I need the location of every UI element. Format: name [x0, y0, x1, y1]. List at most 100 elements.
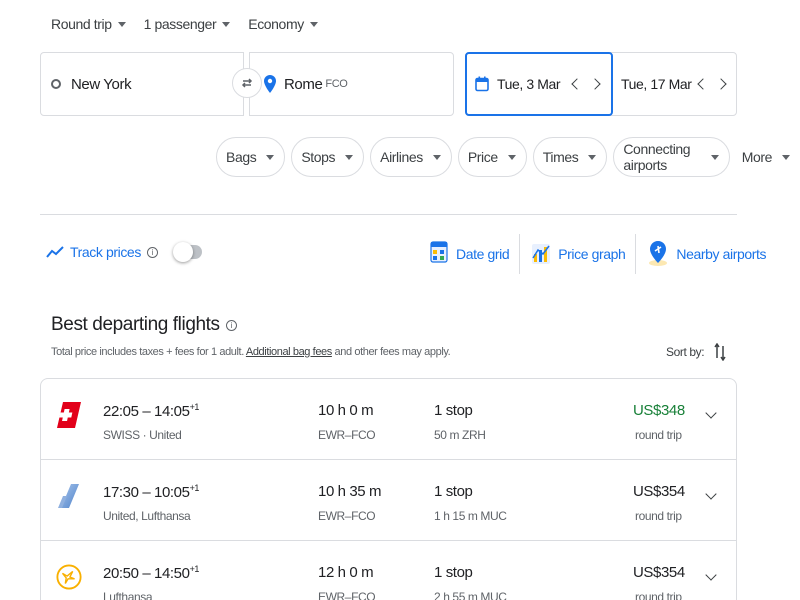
flight-times: 20:50 – 14:50+1 [103, 564, 200, 582]
filter-bags[interactable]: Bags [216, 137, 286, 177]
flight-row[interactable]: 22:05 – 14:05+1 SWISS · United 10 h 0 m … [41, 379, 736, 460]
arrive-time: 10:05 [154, 484, 190, 501]
divider [40, 214, 737, 215]
flight-stops: 1 stop [434, 564, 473, 581]
flight-row[interactable]: 20:50 – 14:50+1 Lufthansa 12 h 0 m EWR–F… [41, 541, 736, 600]
date-grid-button[interactable]: Date grid [418, 232, 519, 276]
caret-down-icon [222, 21, 231, 27]
caret-down-icon [345, 154, 354, 160]
sort-arrows-icon [714, 343, 726, 361]
subtext-after: and other fees may apply. [331, 346, 451, 358]
info-icon[interactable]: i [225, 319, 237, 331]
origin-circle-icon [51, 79, 61, 89]
date-grid-label: Date grid [456, 246, 510, 262]
next-day-icon[interactable] [589, 78, 601, 90]
filter-chips: Bags Stops Airlines Price Times Connecti… [216, 137, 800, 177]
track-prices-toggle[interactable] [172, 242, 202, 262]
trip-type-select[interactable]: Round trip [51, 16, 126, 32]
flight-times: 17:30 – 10:05+1 [103, 483, 200, 501]
filter-label: Price [467, 149, 498, 165]
price-type: round trip [635, 428, 682, 442]
filter-times[interactable]: Times [532, 137, 608, 177]
day-offset: +1 [189, 564, 200, 574]
flight-stops: 1 stop [434, 402, 473, 419]
results-heading: Best departing flights i [51, 314, 237, 336]
chevron-down-icon[interactable] [705, 407, 717, 419]
filter-more[interactable]: More [735, 137, 800, 177]
price-type: round trip [635, 509, 682, 523]
airline-names: United, Lufthansa [103, 509, 191, 523]
day-offset: +1 [189, 483, 200, 493]
filter-price[interactable]: Price [457, 137, 527, 177]
filter-label: More [741, 149, 773, 165]
flight-list: 22:05 – 14:05+1 SWISS · United 10 h 0 m … [40, 378, 737, 600]
calendar-icon [475, 76, 489, 92]
lufthansa-crane-icon [56, 561, 82, 593]
filter-label: Stops [301, 149, 336, 165]
origin-field[interactable]: New York [40, 52, 244, 116]
united-tail-icon [56, 480, 82, 512]
price-graph-button[interactable]: Price graph [520, 232, 635, 276]
depart-time: 22:05 [103, 403, 139, 420]
caret-down-icon [782, 154, 790, 160]
day-offset: +1 [189, 402, 200, 412]
flight-price: US$354 [633, 564, 685, 581]
flight-duration: 10 h 0 m [318, 402, 374, 419]
destination-field[interactable]: Rome FCO [249, 52, 454, 116]
flight-route: EWR–FCO [318, 428, 376, 442]
caret-down-icon [507, 154, 516, 160]
nearby-airports-button[interactable]: Nearby airports [636, 232, 776, 276]
sort-label: Sort by: [666, 345, 705, 359]
destination-value: Rome [284, 75, 323, 93]
departure-date-field[interactable]: Tue, 3 Mar [465, 52, 613, 116]
info-icon[interactable]: i [146, 246, 158, 258]
previous-day-icon[interactable] [697, 78, 709, 90]
track-prices-label: Track prices [70, 244, 141, 260]
filter-label: Connecting airports [623, 141, 691, 173]
flight-layover: 2 h 55 m MUC [434, 590, 507, 600]
filter-airlines[interactable]: Airlines [370, 137, 452, 177]
return-date-value: Tue, 17 Mar [621, 76, 692, 92]
nearby-airports-icon [649, 241, 668, 266]
flight-price: US$348 [633, 402, 685, 419]
location-pin-icon [264, 75, 276, 93]
track-prices: Track prices i [46, 242, 202, 262]
flight-layover: 1 h 15 m MUC [434, 509, 507, 523]
caret-down-icon [432, 154, 441, 160]
cabin-class-select[interactable]: Economy [248, 16, 318, 32]
departure-date-value: Tue, 3 Mar [497, 76, 561, 92]
subtext-before: Total price includes taxes + fees for 1 … [51, 346, 246, 358]
passengers-select[interactable]: 1 passenger [144, 16, 231, 32]
sort-control[interactable]: Sort by: [666, 343, 726, 361]
price-type: round trip [635, 590, 682, 600]
date-grid-icon [430, 241, 448, 263]
next-day-icon[interactable] [715, 78, 727, 90]
filter-stops[interactable]: Stops [291, 137, 365, 177]
results-subtext: Total price includes taxes + fees for 1 … [51, 346, 451, 358]
chevron-down-icon[interactable] [705, 569, 717, 581]
flight-price: US$354 [633, 483, 685, 500]
airline-names: Lufthansa [103, 590, 153, 600]
bag-fees-link[interactable]: Additional bag fees [246, 346, 332, 358]
flight-layover: 50 m ZRH [434, 428, 486, 442]
caret-down-icon [266, 154, 275, 160]
chevron-down-icon[interactable] [705, 488, 717, 500]
return-date-field[interactable]: Tue, 17 Mar [613, 53, 737, 115]
passengers-label: 1 passenger [143, 16, 217, 32]
price-graph-label: Price graph [558, 246, 626, 262]
airline-names: SWISS · United [103, 428, 182, 442]
swap-button[interactable] [232, 68, 262, 98]
destination-code: FCO [325, 78, 348, 90]
flight-route: EWR–FCO [318, 509, 376, 523]
flight-row[interactable]: 17:30 – 10:05+1 United, Lufthansa 10 h 3… [41, 460, 736, 541]
filter-connecting-airports[interactable]: Connecting airports [613, 137, 730, 177]
nearby-airports-label: Nearby airports [676, 246, 767, 262]
origin-value: New York [71, 75, 132, 93]
flight-duration: 10 h 35 m [318, 483, 382, 500]
depart-time: 17:30 [103, 484, 139, 501]
arrive-time: 14:05 [154, 403, 190, 420]
arrive-time: 14:50 [154, 565, 190, 582]
previous-day-icon[interactable] [571, 78, 583, 90]
flight-duration: 12 h 0 m [318, 564, 374, 581]
price-graph-icon [532, 244, 551, 264]
